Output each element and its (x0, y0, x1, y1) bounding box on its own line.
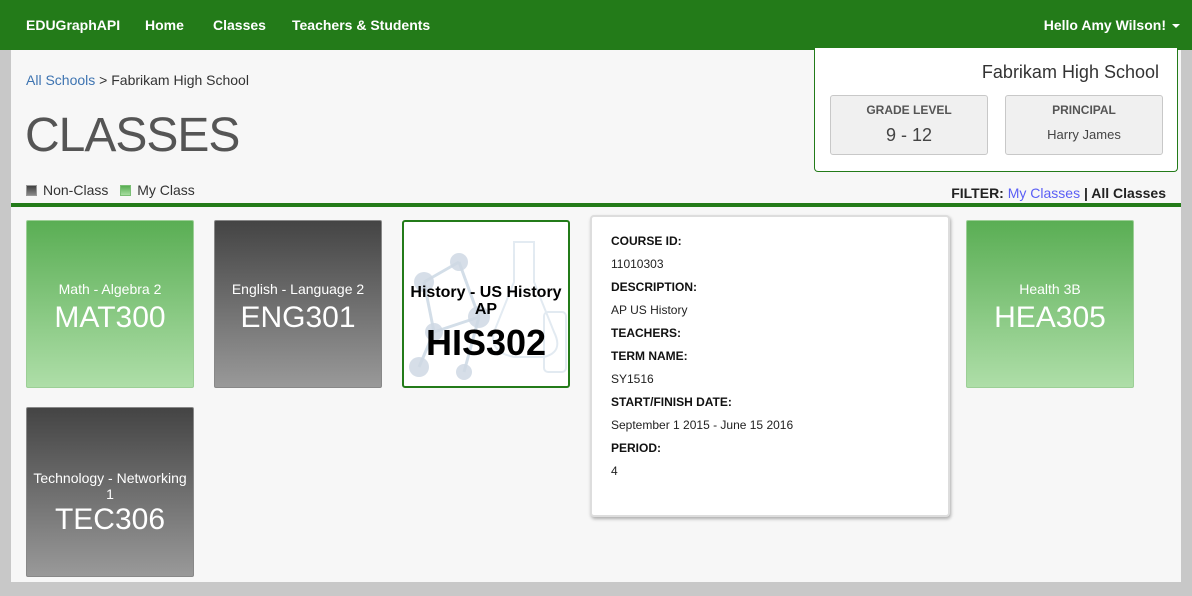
course-id-label: COURSE ID: (611, 234, 682, 248)
non-class-swatch (26, 185, 37, 196)
filter-separator: | (1083, 185, 1088, 201)
top-navbar: EDUGraphAPI Home Classes Teachers & Stud… (0, 0, 1192, 50)
chevron-down-icon (1172, 24, 1180, 29)
class-name: History - US History AP (410, 284, 562, 318)
legend: Non-Class My Class (26, 182, 195, 198)
class-name: Math - Algebra 2 (58, 281, 162, 297)
filter-label: FILTER: (951, 185, 1004, 201)
breadcrumb: All Schools > Fabrikam High School (26, 72, 249, 88)
class-code: HIS302 (425, 322, 547, 363)
period-label: PERIOD: (611, 441, 662, 455)
class-code: HEA305 (994, 301, 1106, 334)
grade-level-value: 9 - 12 (885, 125, 933, 145)
page-title: CLASSES (25, 109, 240, 162)
nav-classes[interactable]: Classes (213, 0, 266, 50)
class-name: English - Language 2 (231, 281, 365, 297)
breadcrumb-separator: > (99, 72, 108, 88)
filter-my-classes[interactable]: My Classes (1008, 185, 1080, 201)
start-finish-label: START/FINISH DATE: (611, 395, 732, 409)
term-name-value: SY1516 (611, 372, 654, 386)
term-name-label: TERM NAME: (611, 349, 688, 363)
brand-link[interactable]: EDUGraphAPI (26, 0, 120, 50)
class-code: MAT300 (54, 301, 166, 334)
class-code: ENG301 (240, 301, 356, 334)
class-tile[interactable]: Health 3B HEA305 (966, 220, 1134, 388)
class-detail-popup: COURSE ID: 11010303 DESCRIPTION: AP US H… (590, 215, 950, 517)
description-value: AP US History (611, 303, 688, 317)
class-tile[interactable]: Math - Algebra 2 MAT300 (26, 220, 194, 388)
school-info-panel: Fabrikam High School GRADE LEVEL 9 - 12 … (814, 48, 1178, 172)
filter-all-classes[interactable]: All Classes (1091, 185, 1166, 201)
user-greeting: Hello Amy Wilson! (1043, 17, 1166, 33)
class-code: TEC306 (54, 503, 166, 536)
main-content: All Schools > Fabrikam High School CLASS… (11, 48, 1181, 582)
user-menu[interactable]: Hello Amy Wilson! (1044, 0, 1180, 50)
start-finish-value: September 1 2015 - June 15 2016 (611, 418, 794, 432)
class-tile-selected[interactable]: History - US History AP HIS302 (402, 220, 570, 388)
class-tile[interactable]: English - Language 2 ENG301 (214, 220, 382, 388)
nav-teachers-students[interactable]: Teachers & Students (292, 0, 430, 50)
nav-home[interactable]: Home (145, 0, 184, 50)
grade-level-label: GRADE LEVEL (866, 103, 952, 117)
class-name: Health 3B (1019, 281, 1081, 297)
my-class-swatch (120, 185, 132, 196)
divider (11, 203, 1181, 207)
period-value: 4 (611, 464, 618, 478)
principal-card: PRINCIPAL Harry James (1005, 95, 1163, 155)
course-id-value: 11010303 (611, 257, 664, 271)
grade-level-card: GRADE LEVEL 9 - 12 (830, 95, 988, 155)
legend-my-class: My Class (137, 182, 195, 198)
breadcrumb-current: Fabrikam High School (111, 72, 249, 88)
legend-non-class: Non-Class (43, 182, 109, 198)
class-name: Technology - Networking 1 (33, 470, 187, 502)
teachers-label: TEACHERS: (611, 326, 682, 340)
principal-label: PRINCIPAL (1052, 103, 1116, 117)
class-tile[interactable]: Technology - Networking 1 TEC306 (26, 407, 194, 577)
filter-bar: FILTER: My Classes | All Classes (951, 185, 1166, 201)
breadcrumb-all-schools[interactable]: All Schools (26, 72, 95, 88)
description-label: DESCRIPTION: (611, 280, 698, 294)
school-name: Fabrikam High School (981, 62, 1159, 82)
principal-value: Harry James (1047, 127, 1121, 142)
